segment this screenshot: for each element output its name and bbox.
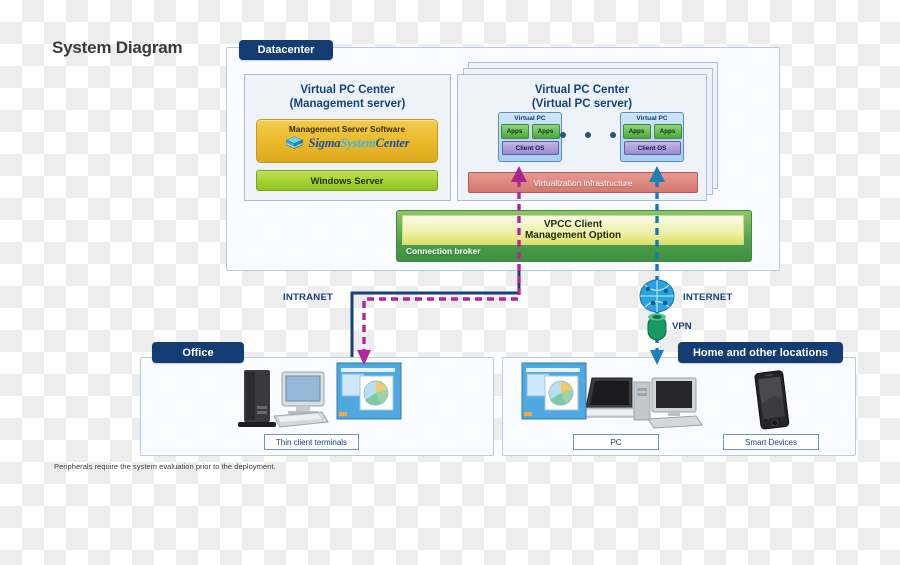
smartphone-icon <box>754 370 790 430</box>
vpn-label: VPN <box>672 321 692 332</box>
connection-broker-label: Connection broker <box>406 246 481 256</box>
intranet-label: INTRANET <box>283 292 334 303</box>
label-smart-devices: Smart Devices <box>723 434 819 450</box>
product-part-3: Center <box>375 135 410 150</box>
virtual-pc-server-title: Virtual PC Center (Virtual PC server) <box>531 84 633 110</box>
pie-chart-icon <box>363 380 389 406</box>
sigmasystemcenter-logo-icon <box>285 136 303 149</box>
client-os-box: Client OS <box>501 141 559 155</box>
thin-client-screen-icon <box>336 362 402 420</box>
connection-broker-box: VPCC Client Management Option Connection… <box>396 210 752 262</box>
keyboard-icon <box>273 411 329 428</box>
pc-screen-icon <box>521 362 587 420</box>
label-pc: PC <box>573 434 659 450</box>
product-part-2: System <box>340 135 376 150</box>
ellipsis-dot <box>585 132 591 138</box>
vpcc-client-management-option: VPCC Client Management Option <box>402 215 744 245</box>
pc-devices-illustration <box>576 377 703 429</box>
product-part-1: Sigma <box>308 135 341 150</box>
management-server-software-box: Management Server Software SigmaSystemCe… <box>256 119 438 163</box>
virtual-pc-caption: Virtual PC <box>514 115 546 122</box>
virtual-pc-instance: Virtual PC Apps Apps Client OS <box>620 112 684 162</box>
internet-label: INTERNET <box>683 292 733 303</box>
desktop-pc-icon <box>633 377 703 429</box>
virtual-pc-caption: Virtual PC <box>636 115 668 122</box>
crt-monitor-icon <box>281 371 325 414</box>
product-name: SigmaSystemCenter <box>309 136 410 151</box>
zone-label-office: Office <box>152 342 244 363</box>
virtualization-infrastructure-bar: Virtualization infrastructure <box>468 172 698 193</box>
page-title: System Diagram <box>52 38 183 57</box>
apps-box: Apps <box>531 124 560 139</box>
desktop-tower-icon <box>238 370 276 427</box>
windows-server-box: Windows Server <box>256 170 438 191</box>
ellipsis-dot <box>560 132 566 138</box>
virtual-pc-instance: Virtual PC Apps Apps Client OS <box>498 112 562 162</box>
zone-label-datacenter: Datacenter <box>239 40 333 60</box>
apps-box: Apps <box>622 124 651 139</box>
client-os-box: Client OS <box>623 141 681 155</box>
label-thin-client-terminals: Thin client terminals <box>264 434 359 450</box>
zone-label-home: Home and other locations <box>678 342 843 363</box>
ellipsis-dot <box>610 132 616 138</box>
apps-box: Apps <box>500 124 529 139</box>
pie-chart-icon <box>548 380 574 406</box>
management-server-title: Virtual PC Center (Management server) <box>289 84 406 110</box>
ellipsis-dots <box>560 132 616 138</box>
software-caption: Management Server Software <box>288 124 406 134</box>
footnote: Peripherals require the system evaluatio… <box>54 462 276 471</box>
apps-box: Apps <box>653 124 682 139</box>
